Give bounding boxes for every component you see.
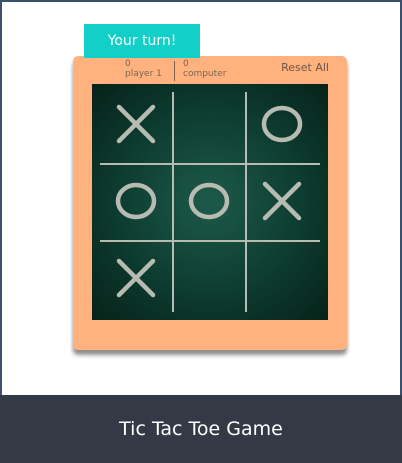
page-footer: Tic Tac Toe Game: [0, 395, 402, 463]
board-cell-8[interactable]: [173, 240, 246, 317]
player-label: player 1: [125, 69, 162, 79]
turn-indicator: Your turn!: [84, 24, 200, 58]
board-cell-4[interactable]: [100, 163, 173, 240]
x-mark-icon: [262, 181, 302, 221]
x-mark-icon: [116, 258, 156, 298]
board-cell-6[interactable]: [246, 163, 319, 240]
score-divider: [174, 61, 175, 81]
o-mark-icon: [188, 182, 230, 220]
game-card: 0 player 1 0 computer Reset All: [73, 56, 347, 350]
computer-score-value: 0: [183, 59, 189, 69]
board-cell-9[interactable]: [246, 240, 319, 317]
board-cell-2[interactable]: [173, 86, 246, 163]
board-cell-3[interactable]: [246, 86, 319, 163]
o-mark-icon: [115, 182, 157, 220]
player-score: 0 player 1: [125, 59, 162, 79]
o-mark-icon: [261, 105, 303, 143]
player-score-value: 0: [125, 59, 131, 69]
reset-all-button[interactable]: Reset All: [281, 61, 329, 74]
board-cell-7[interactable]: [100, 240, 173, 317]
computer-score: 0 computer: [183, 59, 226, 79]
x-mark-icon: [116, 104, 156, 144]
app-frame: Your turn! 0 player 1 0 computer Reset A…: [0, 0, 402, 463]
board-cell-5[interactable]: [173, 163, 246, 240]
computer-label: computer: [183, 69, 227, 79]
game-board: [92, 84, 328, 320]
board-cell-1[interactable]: [100, 86, 173, 163]
